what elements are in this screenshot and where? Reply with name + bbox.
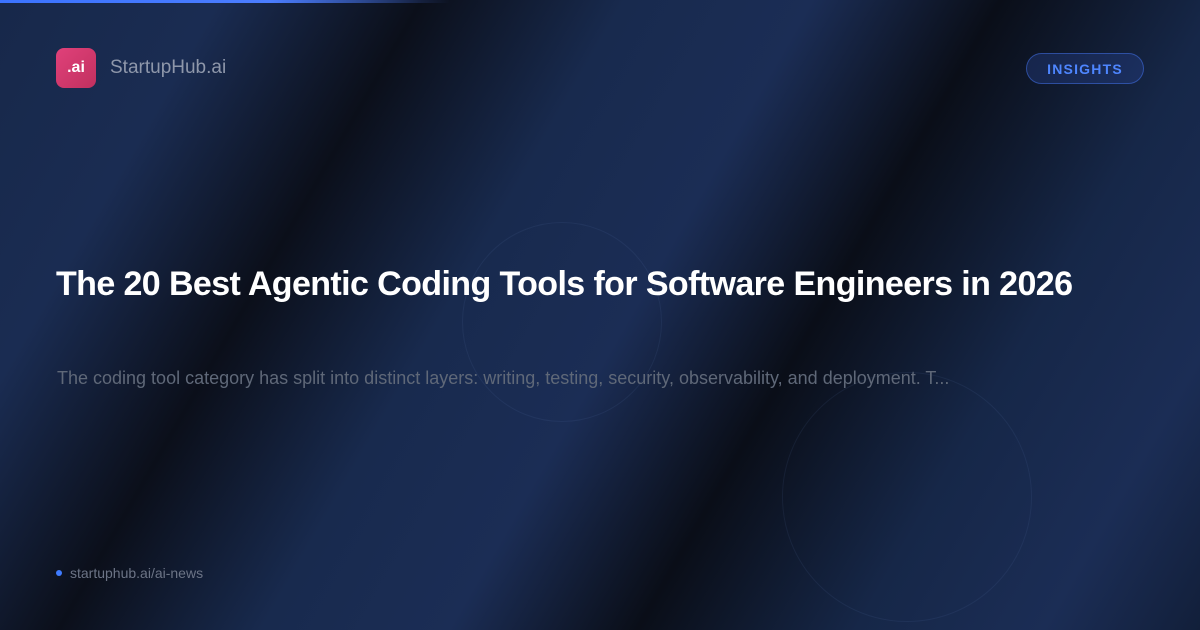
footer-link[interactable]: startuphub.ai/ai-news	[56, 565, 203, 581]
article-description: The coding tool category has split into …	[57, 368, 950, 388]
footer-url: startuphub.ai/ai-news	[70, 565, 204, 581]
brand[interactable]: .ai StartupHub.ai	[56, 48, 226, 88]
top-accent-line	[0, 0, 450, 3]
article-title: The 20 Best Agentic Coding Tools for Sof…	[56, 265, 1073, 303]
brand-name: StartupHub.ai	[110, 57, 227, 78]
decorative-circle	[782, 372, 1032, 622]
bullet-dot-icon	[56, 570, 62, 576]
category-badge: INSIGHTS	[1026, 53, 1144, 84]
decorative-circle	[462, 222, 662, 422]
logo-icon: .ai	[56, 48, 96, 88]
